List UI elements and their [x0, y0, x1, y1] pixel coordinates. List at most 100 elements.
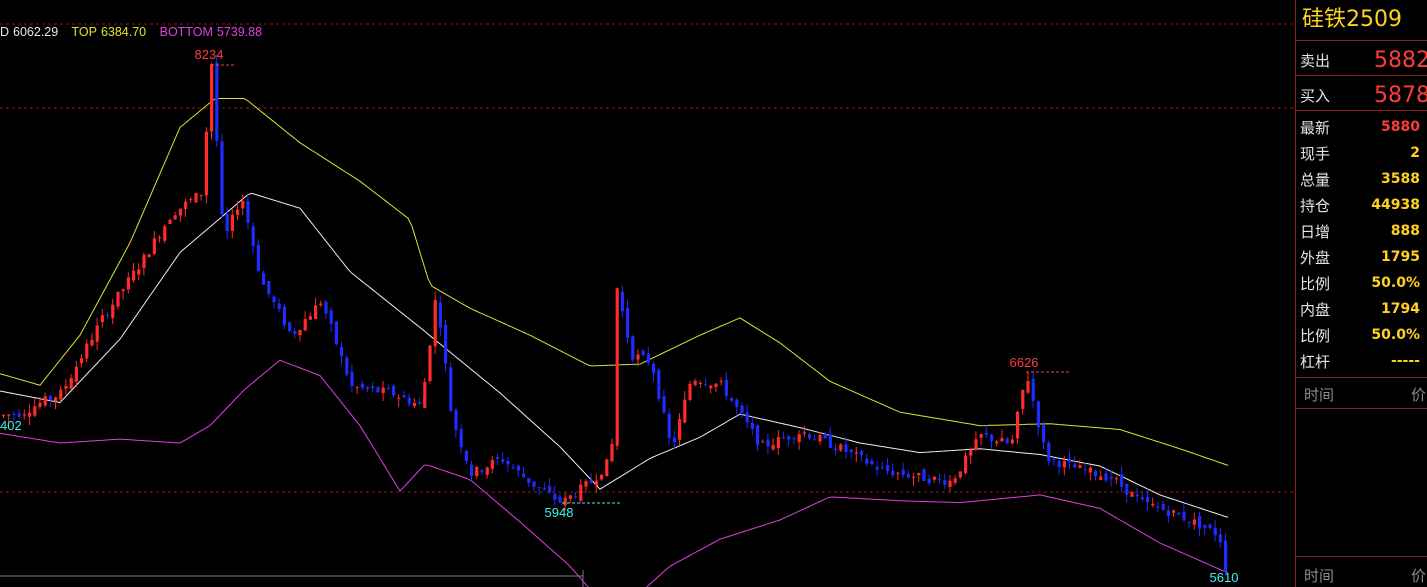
sell-row[interactable]: 卖出 5882 [1296, 41, 1427, 76]
candle-body [756, 425, 760, 446]
candle-body [225, 214, 229, 232]
candle-body [2, 415, 6, 417]
annotation-low1: 5948 [545, 505, 574, 520]
candle-body [974, 439, 978, 450]
candle-body [1062, 461, 1066, 468]
candle-body [1125, 483, 1129, 495]
stat-value: ----- [1390, 353, 1420, 369]
annotation-high: 8234 [195, 47, 224, 62]
stat-label: 外盘 [1300, 249, 1331, 267]
tick-table-header: 时间 价 [1296, 378, 1427, 409]
stats-list: 最新 5880 现手 2 总量 3588 持仓 44938 日增 888 外盘 1795 比例 50.0%… [1296, 111, 1427, 378]
candlestick-chart[interactable]: 8234 402 5948 6626 5610 [0, 0, 1295, 587]
candle-body [891, 470, 895, 476]
candle-body [501, 459, 505, 462]
indicator-mid: D 6062.29 [0, 25, 58, 39]
candle-body [1021, 389, 1025, 410]
stat-row: 比例 50.0% [1296, 321, 1427, 347]
candle-body [43, 396, 47, 406]
candle-body [1000, 437, 1004, 442]
candle-body [173, 215, 177, 220]
symbol-title[interactable]: 硅铁2509 [1296, 0, 1427, 41]
candle-body [1213, 527, 1217, 536]
indicator-top-label: TOP [71, 25, 97, 39]
candle-body [745, 412, 749, 423]
candle-body [251, 226, 255, 247]
candle-body [256, 244, 260, 271]
candle-body [106, 314, 110, 316]
stat-value: 44938 [1371, 197, 1420, 213]
candle-body [818, 435, 822, 442]
candle-body [1166, 510, 1170, 516]
candle-body [662, 396, 666, 413]
candle-body [381, 387, 385, 394]
candle-body [839, 444, 843, 451]
stat-value: 50.0% [1371, 327, 1420, 343]
candle-body [844, 444, 848, 452]
stat-value: 3588 [1381, 171, 1420, 187]
candle-body [558, 496, 562, 503]
candle-body [407, 397, 411, 405]
candle-body [1161, 504, 1165, 510]
candle-body [490, 460, 494, 469]
candle-body [178, 208, 182, 216]
candle-body [12, 413, 16, 415]
candle-body [298, 330, 302, 336]
candle-body [1192, 519, 1196, 525]
candle-body [319, 303, 323, 306]
candle-body [282, 306, 286, 326]
candle-body [865, 458, 869, 464]
candle-body [7, 414, 11, 416]
candle-body [64, 385, 68, 389]
chart-grid [0, 23, 1295, 587]
candle-body [641, 350, 645, 356]
candle-body [386, 388, 390, 390]
candle-body [1224, 540, 1228, 572]
candle-body [116, 291, 120, 307]
band-bottom-line [0, 359, 1229, 587]
candle-body [132, 270, 136, 281]
stat-row: 外盘 1795 [1296, 243, 1427, 269]
candle-body [158, 237, 162, 239]
stat-row: 比例 50.0% [1296, 269, 1427, 295]
stat-label: 内盘 [1300, 301, 1331, 319]
candle-body [80, 358, 84, 364]
candle-body [1146, 496, 1150, 503]
candle-body [59, 389, 63, 400]
buy-price: 5878 [1374, 83, 1427, 108]
candle-body [610, 443, 614, 462]
candle-body [953, 478, 957, 483]
annotation-peak2: 6626 [1010, 355, 1039, 370]
indicator-mid-label: D [0, 25, 10, 39]
candle-body [194, 193, 198, 203]
candle-body [69, 378, 73, 389]
candle-body [152, 238, 156, 255]
candle-body [28, 412, 32, 417]
candle-body [506, 460, 510, 465]
candle-body [984, 432, 988, 435]
candle-body [470, 464, 474, 477]
stat-label: 总量 [1300, 171, 1331, 189]
stat-label: 比例 [1300, 275, 1331, 293]
buy-row[interactable]: 买入 5878 [1296, 76, 1427, 111]
band-mid-line [0, 192, 1229, 518]
candle-body [464, 450, 468, 462]
candle-body [657, 369, 661, 399]
indicator-top: TOP 6384.70 [71, 25, 146, 39]
candle-body [683, 399, 687, 423]
candle-body [672, 437, 676, 443]
candle-body [896, 472, 900, 474]
candle-body [932, 476, 936, 480]
candle-body [38, 402, 42, 407]
candle-body [444, 324, 448, 364]
band-top-line [0, 98, 1229, 466]
candle-body [834, 448, 838, 450]
candle-body [1156, 506, 1160, 508]
candle-body [210, 63, 214, 132]
candle-body [1140, 497, 1144, 500]
candle-body [1218, 534, 1222, 543]
candle-body [579, 484, 583, 501]
candle-body [548, 486, 552, 493]
candle-body [428, 345, 432, 381]
stat-row: 内盘 1794 [1296, 295, 1427, 321]
